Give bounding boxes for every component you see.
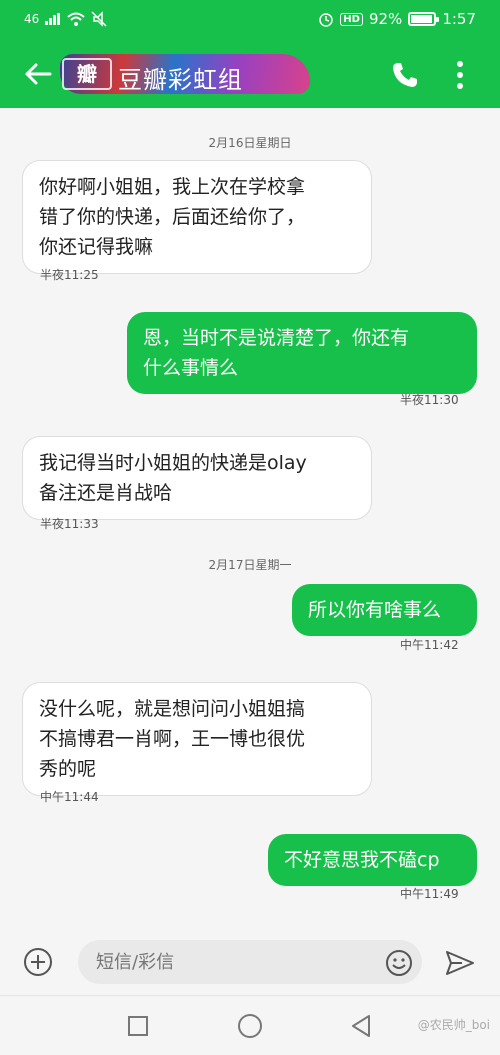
add-icon[interactable]: [22, 946, 54, 978]
message-line: 秀的呢: [39, 758, 97, 780]
message-bubble-outgoing[interactable]: 所以你有啥事么: [292, 584, 477, 636]
emoji-icon[interactable]: [384, 948, 414, 978]
message-bubble-incoming[interactable]: 你好啊小姐姐，我上次在学校拿 错了你的快递，后面还给你了， 你还记得我嘛: [22, 160, 372, 274]
message-line: 错了你的快递，后面还给你了，: [39, 206, 306, 228]
wifi-icon: [67, 12, 85, 26]
signal-text: 46: [24, 12, 40, 26]
send-icon[interactable]: [444, 948, 476, 978]
message-line: 所以你有啥事么: [308, 599, 442, 621]
signal-icon: [45, 13, 61, 25]
message-line: 你好啊小姐姐，我上次在学校拿: [39, 176, 306, 198]
message-time: 半夜11:33: [40, 517, 99, 531]
compose-bar: [0, 930, 500, 995]
clock: 1:57: [442, 10, 476, 28]
battery-percent: 92%: [368, 10, 403, 28]
chat-header: 瓣 豆瓣彩虹组: [0, 40, 500, 108]
message-bubble-incoming[interactable]: 没什么呢，就是想问问小姐姐搞 不搞博君一肖啊，王一博也很优 秀的呢: [22, 682, 372, 796]
back-arrow-icon[interactable]: [22, 58, 54, 90]
message-line: 我记得当时小姐姐的快递是olay: [39, 452, 307, 474]
more-icon[interactable]: [450, 60, 470, 90]
message-bubble-outgoing[interactable]: 不好意思我不磕cp: [268, 834, 477, 886]
message-input[interactable]: [78, 940, 422, 984]
watermark: @农民帅_boi: [417, 1018, 490, 1032]
message-line: 不搞博君一肖啊，王一博也很优: [39, 728, 306, 750]
message-list[interactable]: 2月16日星期日 你好啊小姐姐，我上次在学校拿 错了你的快递，后面还给你了， 你…: [0, 108, 500, 930]
back-triangle-icon[interactable]: [350, 1014, 372, 1038]
message-line: 什么事情么: [143, 357, 239, 379]
mute-icon: [91, 11, 107, 27]
message-time: 半夜11:25: [40, 268, 99, 282]
message-line: 不好意思我不磕cp: [284, 849, 440, 871]
message-line: 没什么呢，就是想问问小姐姐搞: [39, 698, 306, 720]
message-bubble-incoming[interactable]: 我记得当时小姐姐的快递是olay 备注还是肖战哈: [22, 436, 372, 520]
message-time: 中午11:49: [400, 887, 459, 901]
message-time: 半夜11:30: [400, 393, 459, 407]
date-separator: 2月17日星期一: [208, 558, 292, 572]
contact-name[interactable]: 豆瓣彩虹组: [118, 60, 243, 95]
message-time: 中午11:44: [40, 790, 99, 804]
message-bubble-outgoing[interactable]: 恩，当时不是说清楚了，你还有 什么事情么: [127, 312, 477, 394]
recent-apps-button[interactable]: [128, 1016, 148, 1036]
message-line: 恩，当时不是说清楚了，你还有: [143, 327, 410, 349]
battery-icon: [408, 12, 440, 26]
message-line: 你还记得我嘛: [39, 236, 154, 258]
phone-icon[interactable]: [390, 60, 420, 90]
alarm-icon: [319, 13, 334, 27]
hd-badge: HD: [340, 12, 363, 26]
status-bar: 46 HD 92% 1:57: [0, 0, 500, 40]
home-button[interactable]: [238, 1014, 262, 1038]
douban-logo: 瓣: [62, 58, 112, 90]
date-separator: 2月16日星期日: [208, 136, 292, 150]
status-right: HD 92% 1:57: [318, 10, 476, 28]
battery-fill: [411, 15, 432, 23]
system-nav-bar: @农民帅_boi: [0, 995, 500, 1055]
message-line: 备注还是肖战哈: [39, 482, 173, 504]
status-left: 46: [24, 11, 107, 27]
message-time: 中午11:42: [400, 638, 459, 652]
